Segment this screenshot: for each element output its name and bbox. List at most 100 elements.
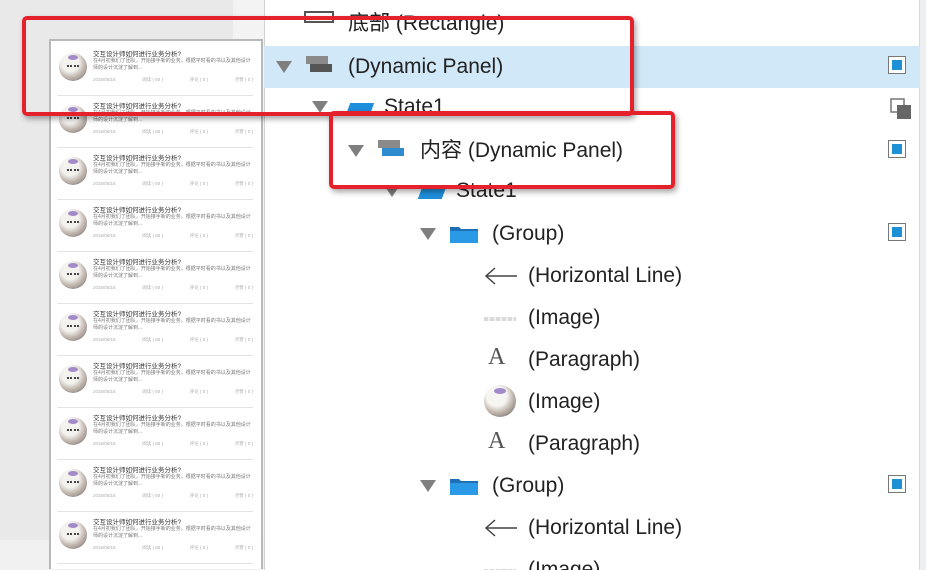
outline-panel: 底部 (Rectangle) (Dynamic Panel) State1 内容… [264,0,926,570]
rectangle-icon [304,11,334,23]
outline-row-label: (Image) [528,306,601,329]
list-item[interactable]: 交互设计师如何进行业务分析? 在4月初我们了团队，开始接手新的业务。根据平时看的… [57,303,253,356]
outline-row-label: (Paragraph) [528,348,641,371]
item-meta: 2016/05/18 阅读 ( 60 ) 评论 ( 0 ) 点赞 ( 0 ) [93,389,253,395]
list-item[interactable]: 交互设计师如何进行业务分析? 在4月初我们了团队，开始接手新的业务。根据平时看的… [57,199,253,252]
avatar [59,365,87,393]
item-title: 交互设计师如何进行业务分析? [93,155,182,162]
collapse-triangle-icon[interactable] [420,228,436,240]
outline-row-label: 内容 (Dynamic Panel) [420,139,624,162]
item-date: 2016/05/18 [93,337,116,342]
outline-row[interactable]: (Image) [264,381,920,423]
item-likes: 点赞 ( 0 ) [234,181,253,186]
outline-row[interactable]: (Group) [264,213,920,255]
outline-row-label: State1 [456,179,517,202]
list-item[interactable]: 交互设计师如何进行业务分析? 在4月初我们了团队，开始接手新的业务。根据平时看的… [57,95,253,148]
item-likes: 点赞 ( 0 ) [234,337,253,342]
outline-row-label: (Horizontal Line) [528,264,683,287]
item-views: 阅读 ( 60 ) [142,285,164,290]
outline-row[interactable]: (Horizontal Line) [264,255,920,297]
outline-row[interactable]: (Horizontal Line) [264,507,920,549]
collapse-triangle-icon[interactable] [420,480,436,492]
outline-row[interactable]: 内容 (Dynamic Panel) [264,130,920,172]
item-title: 交互设计师如何进行业务分析? [93,259,182,266]
outline-row[interactable]: (Group) [264,465,920,507]
outline-scrollbar[interactable] [919,0,926,570]
outline-row[interactable]: (Image) [264,297,920,339]
avatar [59,261,87,289]
item-comments: 评论 ( 0 ) [189,77,208,82]
item-date: 2016/05/18 [93,493,116,498]
avatar [59,105,87,133]
item-views: 阅读 ( 60 ) [142,545,164,550]
outline-row[interactable]: State1 [264,170,920,212]
outline-row[interactable]: A (Paragraph) [264,339,920,381]
item-description: 在4月初我们了团队，开始接手新的业务。根据平时看的书以及其他设计师的设计沉淀了解… [93,214,251,227]
collapse-triangle-icon[interactable] [348,145,364,157]
visibility-checkbox[interactable] [888,140,906,158]
collapse-triangle-icon[interactable] [384,185,400,197]
outline-row-label: State1 [384,95,445,118]
avatar [59,313,87,341]
item-likes: 点赞 ( 0 ) [234,493,253,498]
collapse-triangle-icon[interactable] [312,101,328,113]
item-comments: 评论 ( 0 ) [189,441,208,446]
item-meta: 2016/05/18 阅读 ( 60 ) 评论 ( 0 ) 点赞 ( 0 ) [93,337,253,343]
item-comments: 评论 ( 0 ) [189,181,208,186]
list-item[interactable]: 交互设计师如何进行业务分析? 在4月初我们了团队，开始接手新的业务。根据平时看的… [57,43,253,96]
outline-row[interactable]: 底部 (Rectangle) [264,3,920,45]
item-meta: 2016/05/18 阅读 ( 60 ) 评论 ( 0 ) 点赞 ( 0 ) [93,233,253,239]
outline-row-label: (Group) [492,474,565,497]
item-description: 在4月初我们了团队，开始接手新的业务。根据平时看的书以及其他设计师的设计沉淀了解… [93,422,251,435]
item-date: 2016/05/18 [93,545,116,550]
item-description: 在4月初我们了团队，开始接手新的业务。根据平时看的书以及其他设计师的设计沉淀了解… [93,370,251,383]
outline-row[interactable]: (Image) [264,549,920,570]
duplicate-state-icon[interactable] [890,98,912,120]
item-comments: 评论 ( 0 ) [189,545,208,550]
dynamic-panel-preview[interactable]: 交互设计师如何进行业务分析? 在4月初我们了团队，开始接手新的业务。根据平时看的… [49,39,263,569]
item-date: 2016/05/18 [93,285,116,290]
item-date: 2016/05/18 [93,441,116,446]
item-date: 2016/05/18 [93,389,116,394]
item-meta: 2016/05/18 阅读 ( 60 ) 评论 ( 0 ) 点赞 ( 0 ) [93,285,253,291]
dynamic-panel-icon [306,56,332,78]
item-description: 在4月初我们了团队，开始接手新的业务。根据平时看的书以及其他设计师的设计沉淀了解… [93,474,251,487]
dynamic-panel-icon [378,140,404,162]
avatar [59,53,87,81]
list-item[interactable]: 交互设计师如何进行业务分析? 在4月初我们了团队，开始接手新的业务。根据平时看的… [57,147,253,200]
item-date: 2016/05/18 [93,233,116,238]
item-title: 交互设计师如何进行业务分析? [93,363,182,370]
item-description: 在4月初我们了团队，开始接手新的业务。根据平时看的书以及其他设计师的设计沉淀了解… [93,266,251,279]
list-item[interactable]: 交互设计师如何进行业务分析? 在4月初我们了团队，开始接手新的业务。根据平时看的… [57,511,253,564]
outline-row-selected[interactable]: (Dynamic Panel) [264,46,920,88]
item-views: 阅读 ( 60 ) [142,337,164,342]
item-likes: 点赞 ( 0 ) [234,233,253,238]
visibility-checkbox[interactable] [888,475,906,493]
collapse-triangle-icon[interactable] [276,61,292,73]
item-views: 阅读 ( 60 ) [142,493,164,498]
item-likes: 点赞 ( 0 ) [234,441,253,446]
item-title: 交互设计师如何进行业务分析? [93,311,182,318]
item-title: 交互设计师如何进行业务分析? [93,467,182,474]
item-date: 2016/05/18 [93,181,116,186]
list-item[interactable]: 交互设计师如何进行业务分析? 在4月初我们了团队，开始接手新的业务。根据平时看的… [57,459,253,512]
item-description: 在4月初我们了团队，开始接手新的业务。根据平时看的书以及其他设计师的设计沉淀了解… [93,526,251,539]
item-likes: 点赞 ( 0 ) [234,545,253,550]
list-item[interactable]: 交互设计师如何进行业务分析? 在4月初我们了团队，开始接手新的业务。根据平时看的… [57,407,253,460]
visibility-checkbox[interactable] [888,223,906,241]
state-icon [417,187,447,199]
list-item[interactable]: 交互设计师如何进行业务分析? 在4月初我们了团队，开始接手新的业务。根据平时看的… [57,355,253,408]
item-views: 阅读 ( 60 ) [142,441,164,446]
outline-row[interactable]: A (Paragraph) [264,423,920,465]
avatar [59,157,87,185]
outline-row[interactable]: State1 [264,86,920,128]
visibility-checkbox[interactable] [888,56,906,74]
item-comments: 评论 ( 0 ) [189,337,208,342]
item-meta: 2016/05/18 阅读 ( 60 ) 评论 ( 0 ) 点赞 ( 0 ) [93,441,253,447]
outline-row-label: 底部 (Rectangle) [348,12,505,35]
item-views: 阅读 ( 60 ) [142,77,164,82]
paragraph-icon: A [488,428,506,454]
list-item[interactable]: 交互设计师如何进行业务分析? 在4月初我们了团队，开始接手新的业务。根据平时看的… [57,251,253,304]
item-description: 在4月初我们了团队，开始接手新的业务。根据平时看的书以及其他设计师的设计沉淀了解… [93,318,251,331]
item-title: 交互设计师如何进行业务分析? [93,51,182,58]
